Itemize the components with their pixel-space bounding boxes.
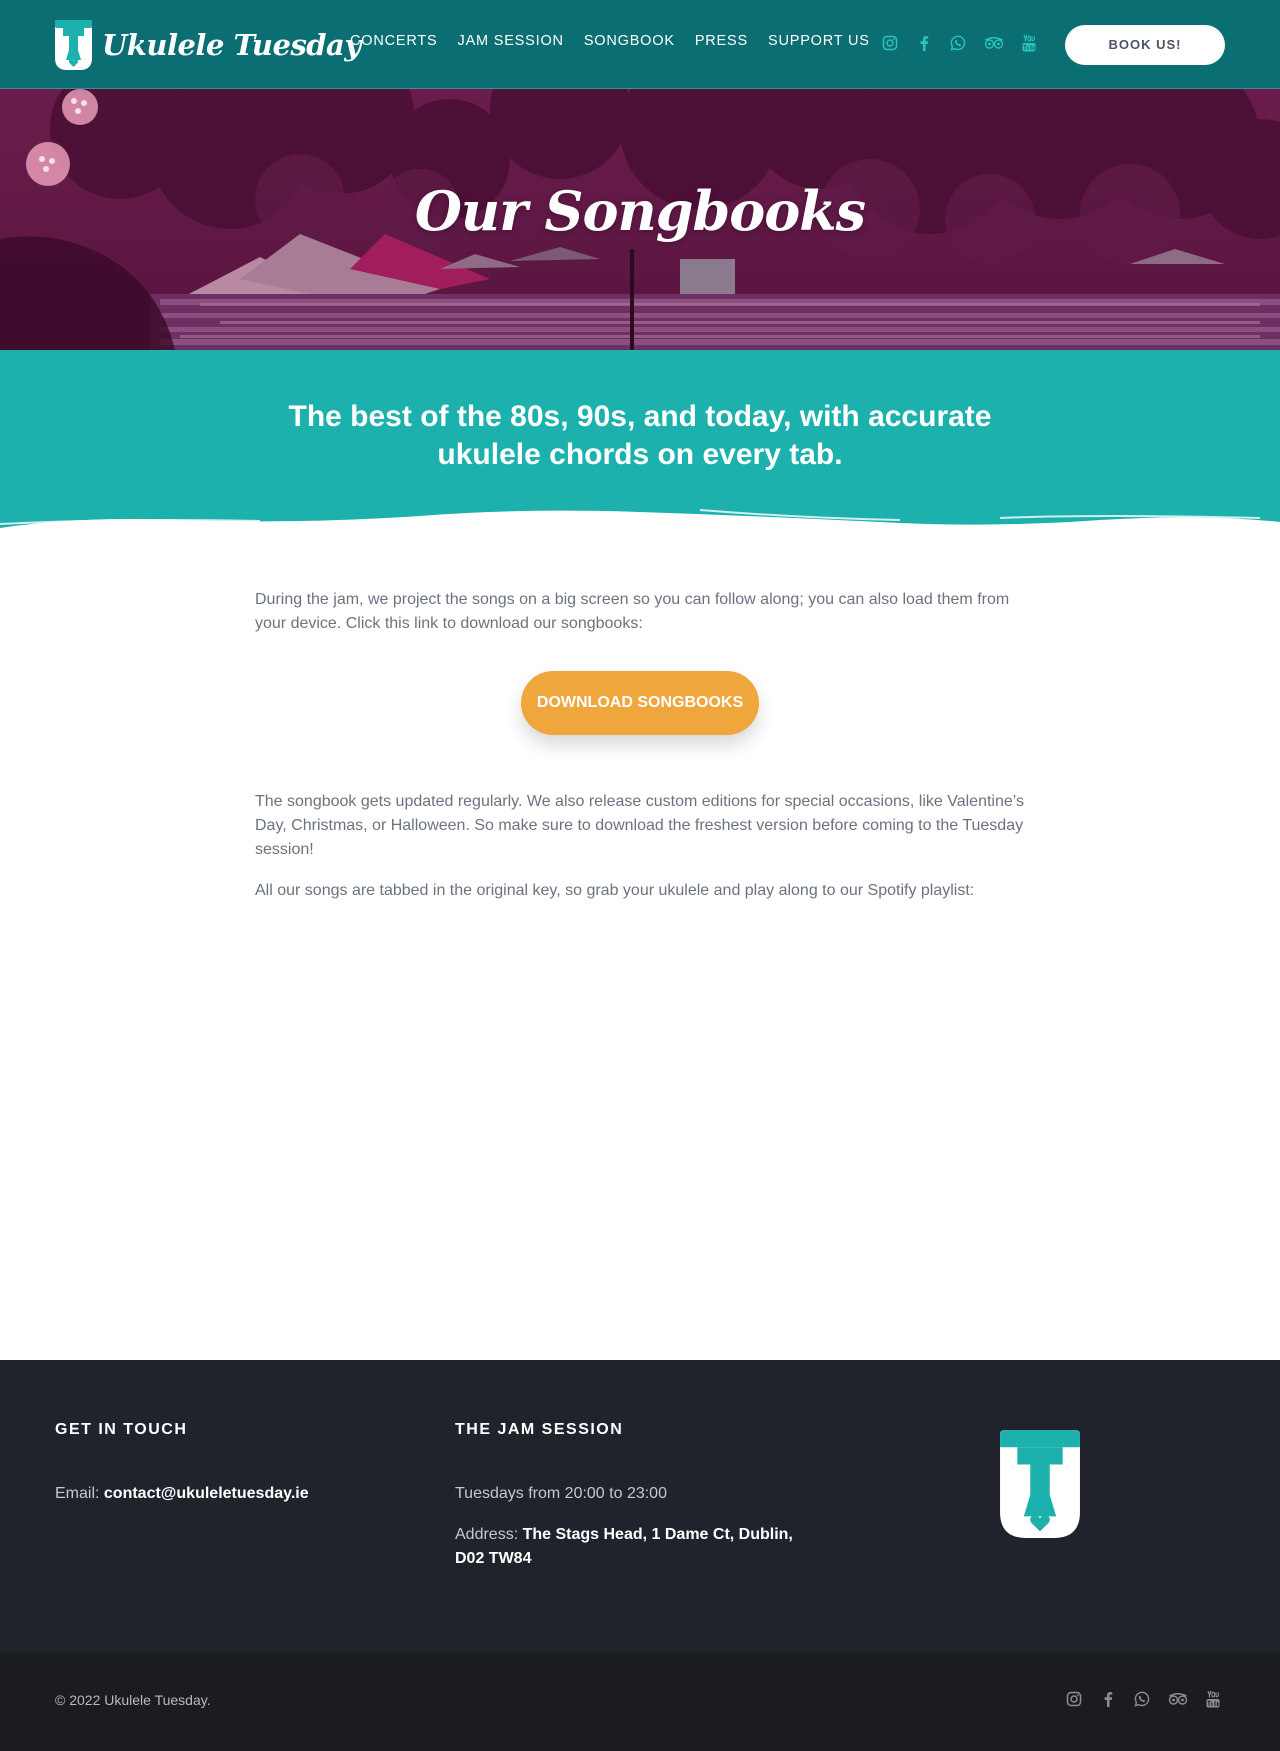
email-line: Email: contact@ukuleletuesday.ie xyxy=(55,1482,309,1506)
schedule-text: Tuesdays from 20:00 to 23:00 xyxy=(455,1485,667,1502)
book-us-button[interactable]: BOOK US! xyxy=(1065,25,1225,65)
instagram-icon[interactable] xyxy=(882,35,898,51)
nav-songbook[interactable]: SONGBOOK xyxy=(584,33,675,49)
intro-paragraph: During the jam, we project the songs on … xyxy=(255,591,1010,632)
site-header: Ukulele Tuesday CONCERTS JAM SESSION SON… xyxy=(0,0,1280,89)
brush-wave-divider xyxy=(0,509,1280,558)
nav-concerts[interactable]: CONCERTS xyxy=(350,33,438,49)
contact-heading: GET IN TOUCH xyxy=(55,1421,188,1438)
site-footer: GET IN TOUCH Email: contact@ukuleletuesd… xyxy=(0,1360,1280,1652)
whatsapp-icon[interactable] xyxy=(950,35,966,51)
tripadvisor-icon[interactable] xyxy=(1168,1691,1188,1707)
download-wrapper: DOWNLOAD SONGBOOKS xyxy=(521,671,759,735)
nav-press[interactable]: PRESS xyxy=(695,33,748,49)
intro-band: The best of the 80s, 90s, and today, wit… xyxy=(0,350,1280,558)
band-headline: The best of the 80s, 90s, and today, wit… xyxy=(288,400,992,471)
address-label: Address: xyxy=(455,1526,519,1543)
download-songbooks-button[interactable]: DOWNLOAD SONGBOOKS xyxy=(521,671,759,735)
youtube-icon[interactable] xyxy=(1206,1690,1220,1708)
instagram-icon[interactable] xyxy=(1066,1691,1082,1707)
email-link[interactable]: contact@ukuleletuesday.ie xyxy=(104,1485,309,1502)
facebook-icon[interactable] xyxy=(916,35,932,51)
email-label: Email: xyxy=(55,1485,100,1502)
footer-logo-icon xyxy=(1000,1430,1080,1538)
youtube-icon[interactable] xyxy=(1022,34,1036,52)
tripadvisor-icon[interactable] xyxy=(984,35,1004,51)
ukulele-logo-icon xyxy=(55,20,92,70)
main-nav: CONCERTS JAM SESSION SONGBOOK PRESS SUPP… xyxy=(340,33,880,49)
site-logo[interactable]: Ukulele Tuesday xyxy=(55,19,361,71)
whatsapp-icon[interactable] xyxy=(1134,1691,1150,1707)
hero-banner: Our Songbooks xyxy=(0,89,1280,350)
copyright-text: © 2022 Ukulele Tuesday. xyxy=(55,1692,211,1708)
footer-jam-session: THE JAM SESSION Tuesdays from 20:00 to 2… xyxy=(455,1421,825,1571)
jam-heading: THE JAM SESSION xyxy=(455,1421,624,1438)
updates-paragraph: The songbook gets updated regularly. We … xyxy=(255,793,1025,858)
facebook-icon[interactable] xyxy=(1100,1691,1116,1707)
page-title: Our Songbooks xyxy=(414,179,866,243)
nav-support-us[interactable]: SUPPORT US xyxy=(768,33,870,49)
songbook-details: The songbook gets updated regularly. We … xyxy=(255,790,1025,920)
address-line: Address: The Stags Head, 1 Dame Ct, Dubl… xyxy=(455,1523,825,1571)
footer-social-links xyxy=(1066,1690,1220,1708)
nav-jam-session[interactable]: JAM SESSION xyxy=(458,33,564,49)
spotify-paragraph: All our songs are tabbed in the original… xyxy=(255,882,975,899)
footer-bottom-bar: © 2022 Ukulele Tuesday. xyxy=(0,1652,1280,1751)
songbook-intro: During the jam, we project the songs on … xyxy=(255,588,1025,654)
logo-text: Ukulele Tuesday xyxy=(102,28,361,62)
footer-contact: GET IN TOUCH Email: contact@ukuleletuesd… xyxy=(55,1421,309,1506)
header-social-links xyxy=(882,34,1054,52)
